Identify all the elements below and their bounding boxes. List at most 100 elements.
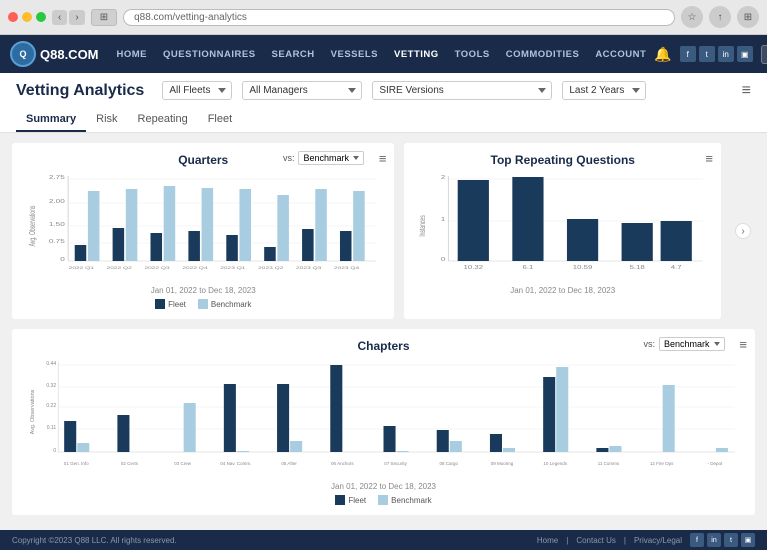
nav-arrows[interactable]: ‹ › xyxy=(52,10,85,25)
benchmark-legend-label: Benchmark xyxy=(211,300,251,309)
quarters-legend: Fleet Benchmark xyxy=(22,299,384,309)
chapters-menu-icon[interactable]: ≡ xyxy=(739,337,747,352)
close-button[interactable] xyxy=(8,12,18,22)
share-icon[interactable]: ↑ xyxy=(709,6,731,28)
manager-filter[interactable]: All Managers xyxy=(242,81,362,100)
quarters-chart-svg: 2.75 2.00 1.50 0.75 0 xyxy=(22,171,384,281)
chapters-legend: Fleet Benchmark xyxy=(22,495,745,505)
svg-text:2.75: 2.75 xyxy=(49,175,65,180)
options-menu-icon[interactable]: ≡ xyxy=(742,82,751,100)
facebook-icon[interactable]: f xyxy=(680,46,696,62)
chapters-vs-label: vs: Benchmark xyxy=(643,337,725,351)
logo-area[interactable]: Q Q88.COM xyxy=(10,41,99,67)
svg-text:10.59: 10.59 xyxy=(573,265,593,270)
forward-button[interactable]: › xyxy=(69,10,84,25)
repeating-chart-svg: 2 1 0 10.32 6.1 10.59 5.18 4.7 Instan xyxy=(414,171,711,281)
svg-text:2: 2 xyxy=(441,175,446,180)
quarters-chart-box: Quarters vs: Benchmark ≡ 2.75 2.00 1.50 … xyxy=(12,143,394,319)
nav-search[interactable]: SEARCH xyxy=(264,35,323,73)
linkedin-icon[interactable]: in xyxy=(718,46,734,62)
chapters-vs-text: vs: xyxy=(643,339,655,349)
browser-icons: ☆ ↑ ⊞ xyxy=(681,6,759,28)
tab-summary[interactable]: Summary xyxy=(16,108,86,132)
top-chart-row: Quarters vs: Benchmark ≡ 2.75 2.00 1.50 … xyxy=(12,143,755,319)
svg-text:4.7: 4.7 xyxy=(671,265,682,270)
browser-chrome: ‹ › ⊞ q88.com/vetting-analytics ☆ ↑ ⊞ xyxy=(0,0,767,35)
footer-linkedin-icon[interactable]: in xyxy=(707,533,721,547)
minimize-button[interactable] xyxy=(22,12,32,22)
expand-arrow-icon[interactable]: › xyxy=(735,223,751,239)
svg-text:2023 Q2: 2023 Q2 xyxy=(258,266,283,270)
chapters-date-range: Jan 01, 2022 to Dec 18, 2023 xyxy=(22,482,745,491)
svg-text:11 Comms: 11 Comms xyxy=(598,461,620,466)
footer-privacy-link[interactable]: Privacy/Legal xyxy=(634,536,682,545)
chapters-benchmark-dot xyxy=(378,495,388,505)
logo-icon: Q xyxy=(10,41,36,67)
svg-text:0: 0 xyxy=(53,448,56,454)
main-content: Quarters vs: Benchmark ≡ 2.75 2.00 1.50 … xyxy=(0,133,767,530)
version-filter[interactable]: SIRE Versions xyxy=(372,81,552,100)
svg-text:Avg. Observations: Avg. Observations xyxy=(29,205,37,246)
footer-home-link[interactable]: Home xyxy=(537,536,558,545)
browser-tab[interactable]: ⊞ xyxy=(91,9,117,26)
svg-text:2022 Q4: 2022 Q4 xyxy=(182,266,207,270)
nav-questionnaires[interactable]: QUESTIONNAIRES xyxy=(155,35,264,73)
svg-text:Instances: Instances xyxy=(419,215,427,237)
footer-contact-link[interactable]: Contact Us xyxy=(576,536,616,545)
fleet-filter[interactable]: All Fleets xyxy=(162,81,232,100)
footer-facebook-icon[interactable]: f xyxy=(690,533,704,547)
instagram-icon[interactable]: ▣ xyxy=(737,46,753,62)
back-button[interactable]: ‹ xyxy=(52,10,67,25)
nav-commodities[interactable]: COMMODITIES xyxy=(498,35,588,73)
benchmark-legend-item: Benchmark xyxy=(198,299,251,309)
period-filter[interactable]: Last 2 Years xyxy=(562,81,646,100)
notification-icon[interactable]: 🔔 xyxy=(654,46,671,63)
address-bar[interactable]: q88.com/vetting-analytics xyxy=(123,9,675,26)
tab-risk[interactable]: Risk xyxy=(86,108,127,132)
footer-other-icon[interactable]: ▣ xyxy=(741,533,755,547)
vs-text: vs: xyxy=(283,153,295,163)
nav-vetting[interactable]: VETTING xyxy=(386,35,447,73)
svg-text:0.32: 0.32 xyxy=(46,383,56,389)
benchmark-legend-dot xyxy=(198,299,208,309)
repeating-menu-icon[interactable]: ≡ xyxy=(705,151,713,166)
svg-text:- Depot: - Depot xyxy=(707,461,723,466)
svg-text:0.22: 0.22 xyxy=(46,403,56,409)
quarters-menu-icon[interactable]: ≡ xyxy=(379,151,387,166)
quarters-vs-label: vs: Benchmark xyxy=(283,151,365,165)
menu-icon[interactable]: ⊞ xyxy=(737,6,759,28)
svg-text:1.50: 1.50 xyxy=(49,222,65,227)
page-title: Vetting Analytics xyxy=(16,82,144,100)
svg-text:03 Crew: 03 Crew xyxy=(174,461,192,466)
nav-right: 🔔 f t in ▣ 🔍 xyxy=(654,45,767,64)
svg-text:0: 0 xyxy=(60,257,65,262)
nav-tools[interactable]: TOOLS xyxy=(447,35,498,73)
svg-text:2023 Q3: 2023 Q3 xyxy=(296,266,321,270)
tab-fleet[interactable]: Fleet xyxy=(198,108,242,132)
repeating-chart-box: Top Repeating Questions ≡ 2 1 0 xyxy=(404,143,721,319)
quarters-benchmark-select[interactable]: Benchmark xyxy=(298,151,364,165)
logo-text: Q88.COM xyxy=(40,47,99,62)
nav-vessels[interactable]: VESSELS xyxy=(323,35,386,73)
tab-repeating[interactable]: Repeating xyxy=(128,108,198,132)
chapters-fleet-legend: Fleet xyxy=(335,495,366,505)
chapters-benchmark-select[interactable]: Benchmark xyxy=(659,337,725,351)
footer-twitter-icon[interactable]: t xyxy=(724,533,738,547)
maximize-button[interactable] xyxy=(36,12,46,22)
twitter-icon[interactable]: t xyxy=(699,46,715,62)
nav-account[interactable]: ACCOUNT xyxy=(587,35,654,73)
vessel-search-input[interactable] xyxy=(761,45,767,64)
svg-text:0.11: 0.11 xyxy=(47,425,57,431)
subheader-top: Vetting Analytics All Fleets All Manager… xyxy=(16,81,751,100)
copyright-text: Copyright ©2023 Q88 LLC. All rights rese… xyxy=(12,536,177,545)
svg-text:09 Mooring: 09 Mooring xyxy=(491,461,514,466)
fleet-legend-dot xyxy=(155,299,165,309)
svg-text:2022 Q3: 2022 Q3 xyxy=(144,266,169,270)
footer: Copyright ©2023 Q88 LLC. All rights rese… xyxy=(0,530,767,550)
footer-right: Home | Contact Us | Privacy/Legal f in t… xyxy=(537,533,755,547)
chapters-chart-svg: 0.44 0.32 0.22 0.11 0 xyxy=(22,357,745,477)
nav-home[interactable]: HOME xyxy=(109,35,156,73)
bookmark-icon[interactable]: ☆ xyxy=(681,6,703,28)
window-controls xyxy=(8,12,46,22)
chapters-chart-title: Chapters xyxy=(22,339,745,353)
